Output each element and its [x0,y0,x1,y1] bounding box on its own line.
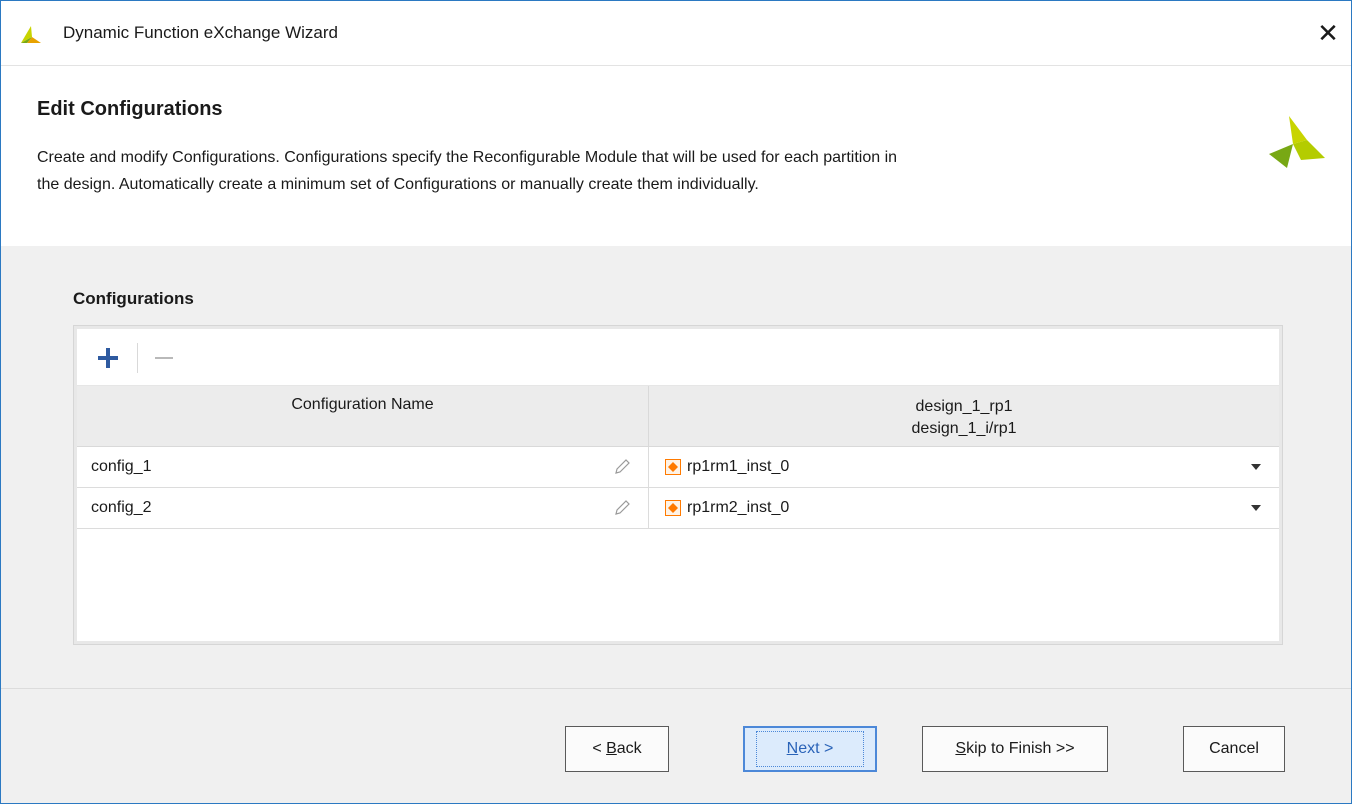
chevron-down-icon[interactable] [1251,505,1261,511]
module-icon [665,500,681,516]
minus-icon [155,357,173,359]
header-panel: Edit Configurations Create and modify Co… [1,66,1351,246]
description-line-1: Create and modify Configurations. Config… [37,149,898,166]
footer-divider [1,688,1351,689]
pencil-icon[interactable] [612,457,632,477]
configurations-label: Configurations [73,289,194,308]
configurations-inner: Configuration Name design_1_rp1 design_1… [77,329,1279,641]
table-row[interactable]: config_2 rp1rm2_inst_0 [77,488,1279,529]
next-button[interactable]: Next > [743,726,877,772]
page-title: Edit Configurations [37,98,223,120]
module-select[interactable]: rp1rm1_inst_0 [649,447,1279,487]
module-icon [665,459,681,475]
column-header-configuration-name[interactable]: Configuration Name [77,386,649,446]
page-description: Create and modify Configurations. Config… [37,144,1217,198]
next-focus-ring: Next > [755,731,865,767]
body-panel: Configurations Configuration Name design… [1,246,1351,688]
next-mnemonic: N [786,740,799,757]
skip-label-rest: kip to Finish >> [966,740,1075,757]
back-button[interactable]: < Back [565,726,669,772]
close-button[interactable]: ✕ [1305,1,1351,65]
table-header: Configuration Name design_1_rp1 design_1… [77,386,1279,447]
pencil-icon[interactable] [612,498,632,518]
partition-name: design_1_rp1 [915,398,1013,415]
cancel-button[interactable]: Cancel [1183,726,1285,772]
module-name: rp1rm2_inst_0 [687,499,790,516]
skip-mnemonic: S [955,740,967,757]
config-name: config_1 [91,458,152,475]
description-line-2: the design. Automatically create a minim… [37,176,759,193]
close-icon: ✕ [1317,17,1339,48]
toolbar-separator [137,343,138,373]
config-name-cell[interactable]: config_1 [77,447,649,487]
configurations-toolbar [77,329,1279,386]
vivado-logo-icon [1269,116,1325,168]
chevron-down-icon[interactable] [1251,464,1261,470]
back-prefix: < [592,740,607,757]
partition-path: design_1_i/rp1 [911,420,1017,437]
window-title: Dynamic Function eXchange Wizard [63,23,338,42]
configurations-table: Configuration Name design_1_rp1 design_1… [77,386,1279,529]
skip-to-finish-button[interactable]: Skip to Finish >> [922,726,1108,772]
title-bar: Dynamic Function eXchange Wizard ✕ [1,1,1351,66]
wizard-window: Dynamic Function eXchange Wizard ✕ Edit … [0,0,1352,804]
configurations-panel: Configuration Name design_1_rp1 design_1… [73,325,1283,645]
module-select[interactable]: rp1rm2_inst_0 [649,488,1279,528]
next-label-rest: ext > [798,740,834,757]
remove-configuration-button[interactable] [149,343,179,373]
back-label-rest: ack [616,740,642,757]
cancel-label: Cancel [1209,740,1259,757]
app-logo-icon [21,26,41,43]
table-row[interactable]: config_1 rp1rm1_inst_0 [77,447,1279,488]
config-name-cell[interactable]: config_2 [77,488,649,528]
module-name: rp1rm1_inst_0 [687,458,790,475]
back-mnemonic: B [606,740,617,757]
plus-icon [98,348,118,368]
column-header-partition[interactable]: design_1_rp1 design_1_i/rp1 [649,386,1279,446]
config-name: config_2 [91,499,152,516]
add-configuration-button[interactable] [93,343,123,373]
